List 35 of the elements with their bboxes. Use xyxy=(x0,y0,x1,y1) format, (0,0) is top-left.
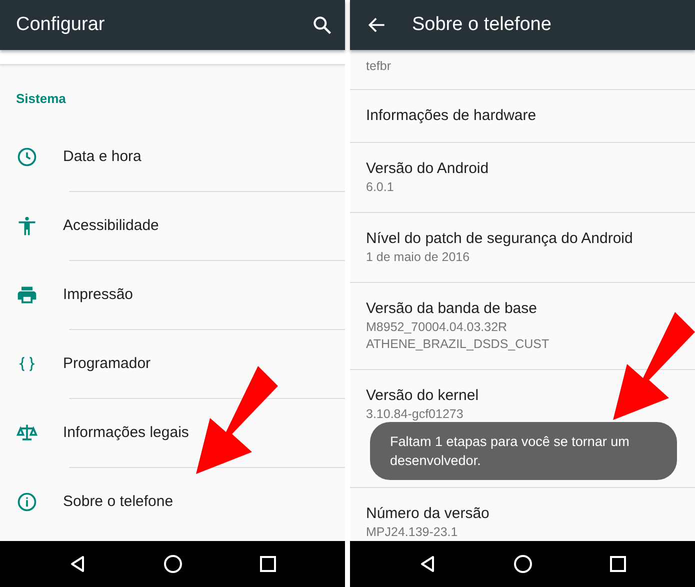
home-icon[interactable] xyxy=(512,554,532,574)
item-title: Versão do kernel xyxy=(366,386,479,406)
screen-title: Configurar xyxy=(16,14,106,36)
accessibility-icon xyxy=(16,214,38,236)
settings-item[interactable]: Programador xyxy=(0,329,345,398)
item-title: Nível do patch de segurança do Android xyxy=(366,229,633,249)
home-icon[interactable] xyxy=(162,554,182,574)
item-title: Número da versão xyxy=(366,504,490,524)
section-header: Sistema xyxy=(15,90,67,108)
item-value: 3.10.84-gcf01273 xyxy=(366,406,464,423)
toast-message: Faltam 1 etapas para você se tornar um desenvolvedor. xyxy=(370,422,677,480)
info-icon xyxy=(16,490,38,512)
info-item[interactable]: Informações de hardware xyxy=(350,90,695,143)
item-value: M8952_70004.04.03.32R xyxy=(366,319,508,336)
info-item[interactable]: tefbr xyxy=(350,50,695,90)
info-item[interactable]: Nível do patch de segurança do Android 1 de maio de 2016 xyxy=(350,213,695,283)
item-title: Informações de hardware xyxy=(366,106,536,126)
recents-icon[interactable] xyxy=(258,554,278,574)
settings-item[interactable]: Impressão xyxy=(0,260,345,329)
item-value: 6.0.1 xyxy=(366,179,394,196)
settings-item[interactable]: Sobre o telefone xyxy=(0,467,345,536)
recents-icon[interactable] xyxy=(608,554,628,574)
clock-icon xyxy=(16,146,38,168)
search-icon[interactable] xyxy=(311,14,333,36)
settings-item[interactable]: Acessibilidade xyxy=(0,191,345,260)
item-value: 1 de maio de 2016 xyxy=(366,249,470,266)
item-title: Versão do Android xyxy=(366,159,489,179)
item-value: ATHENE_BRAZIL_DSDS_CUST xyxy=(366,336,550,353)
screen-title: Sobre o telefone xyxy=(412,14,552,36)
item-title: Versão da banda de base xyxy=(366,299,537,319)
item-value: tefbr xyxy=(366,58,392,75)
info-item[interactable]: Versão do Android 6.0.1 xyxy=(350,143,695,213)
settings-item[interactable]: Data e hora xyxy=(0,122,345,191)
item-value: MPJ24.139-23.1 xyxy=(366,524,458,541)
settings-item[interactable]: Informações legais xyxy=(0,398,345,467)
